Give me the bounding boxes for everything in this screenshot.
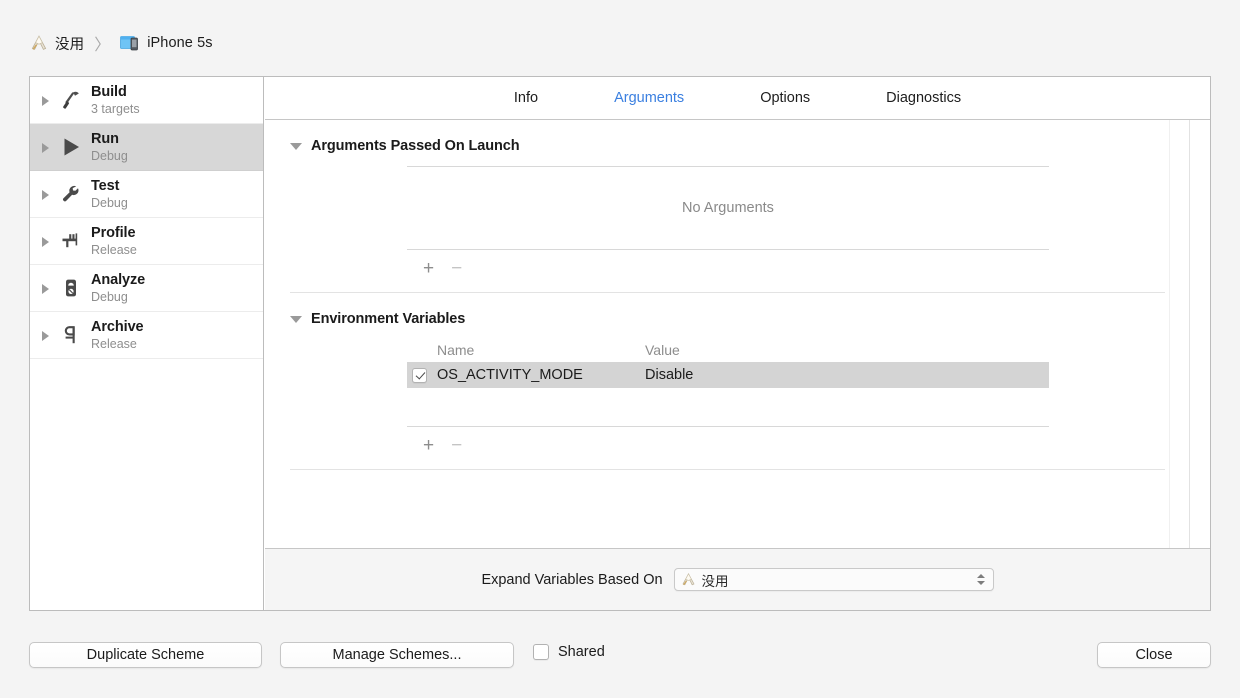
sidebar-item-subtitle: Debug xyxy=(91,289,128,304)
breadcrumb-destination[interactable]: iPhone 5s xyxy=(120,35,213,51)
add-argument-button[interactable]: + xyxy=(423,259,434,278)
sidebar-item-subtitle: Release xyxy=(91,242,137,257)
sidebar-item-run-text: Run Debug xyxy=(91,131,128,164)
environment-table-header: Name Value xyxy=(407,337,1049,362)
section-divider xyxy=(290,469,1165,470)
simulator-device-icon xyxy=(120,35,140,51)
wrench-icon xyxy=(58,181,84,207)
expand-variables-label: Expand Variables Based On xyxy=(481,571,663,588)
scheme-editor-panel: Build 3 targets Run Debug Test Debug Pro… xyxy=(29,76,1211,611)
tab-info[interactable]: Info xyxy=(476,90,576,106)
sidebar-item-subtitle: Debug xyxy=(91,148,128,163)
row-enabled-checkbox[interactable] xyxy=(412,367,427,383)
sidebar-item-title: Archive xyxy=(91,318,144,335)
shared-checkbox[interactable] xyxy=(533,644,549,660)
column-header-value: Value xyxy=(645,341,680,358)
sidebar-item-profile-text: Profile Release xyxy=(91,225,137,258)
breadcrumb-project-label: 没用 xyxy=(55,36,85,53)
chevron-updown-icon[interactable] xyxy=(976,572,986,588)
column-header-name: Name xyxy=(437,341,475,358)
vertical-scrollbar[interactable] xyxy=(1169,120,1189,548)
manage-schemes-button[interactable]: Manage Schemes... xyxy=(280,642,514,668)
disclosure-triangle-icon[interactable] xyxy=(41,189,52,200)
shared-checkbox-group[interactable]: Shared xyxy=(533,644,605,660)
sidebar-item-subtitle: Release xyxy=(91,336,137,351)
arguments-list: No Arguments + − xyxy=(407,166,1049,280)
scheme-actions-sidebar: Build 3 targets Run Debug Test Debug Pro… xyxy=(30,77,264,610)
archive-icon xyxy=(58,322,84,348)
sidebar-item-run[interactable]: Run Debug xyxy=(30,124,263,171)
arguments-empty-message: No Arguments xyxy=(682,200,774,216)
chevron-down-icon[interactable] xyxy=(290,140,303,153)
shared-label: Shared xyxy=(558,644,605,660)
sidebar-item-build[interactable]: Build 3 targets xyxy=(30,77,263,124)
close-button[interactable]: Close xyxy=(1097,642,1211,668)
breadcrumb-project[interactable]: 没用 xyxy=(30,33,84,54)
sidebar-item-title: Profile xyxy=(91,224,136,241)
arguments-section-header[interactable]: Arguments Passed On Launch xyxy=(290,138,1189,154)
xcode-project-icon xyxy=(30,34,48,52)
sidebar-item-build-text: Build 3 targets xyxy=(91,84,140,117)
duplicate-scheme-button[interactable]: Duplicate Scheme xyxy=(29,642,262,668)
breadcrumb: 没用 〉 iPhone 5s xyxy=(30,29,213,57)
sidebar-item-title: Test xyxy=(91,177,120,194)
dialog-button-bar: Duplicate Scheme Manage Schemes... Share… xyxy=(0,628,1240,698)
sidebar-item-title: Run xyxy=(91,130,119,147)
disclosure-triangle-icon[interactable] xyxy=(41,283,52,294)
arguments-add-remove-controls: + − xyxy=(407,250,1049,280)
breadcrumb-separator-icon: 〉 xyxy=(94,35,111,54)
disclosure-triangle-icon[interactable] xyxy=(41,95,52,106)
scheme-content: Info Arguments Options Diagnostics Argum… xyxy=(265,77,1210,610)
settings-pane: Arguments Passed On Launch No Arguments … xyxy=(265,120,1210,610)
hammer-icon xyxy=(58,87,84,113)
add-environment-variable-button[interactable]: + xyxy=(423,436,434,455)
remove-argument-button[interactable]: − xyxy=(451,259,462,278)
sidebar-item-profile[interactable]: Profile Release xyxy=(30,218,263,265)
expand-variables-footer: Expand Variables Based On 没用 xyxy=(265,548,1210,610)
section-divider xyxy=(290,292,1165,293)
table-row[interactable]: OS_ACTIVITY_MODE Disable xyxy=(407,362,1049,388)
environment-add-remove-controls: + − xyxy=(407,427,1049,457)
sidebar-item-analyze[interactable]: Analyze Debug xyxy=(30,265,263,312)
meter-icon xyxy=(58,275,84,301)
tab-arguments[interactable]: Arguments xyxy=(576,90,722,106)
arguments-section-title: Arguments Passed On Launch xyxy=(311,138,520,154)
sidebar-item-subtitle: Debug xyxy=(91,195,128,210)
xcode-project-icon xyxy=(681,572,696,587)
environment-variables-table: Name Value OS_ACTIVITY_MODE Disable + − xyxy=(407,337,1049,457)
tab-options[interactable]: Options xyxy=(722,90,848,106)
disclosure-triangle-icon[interactable] xyxy=(41,236,52,247)
tab-bar: Info Arguments Options Diagnostics xyxy=(265,77,1210,120)
sidebar-item-archive[interactable]: Archive Release xyxy=(30,312,263,359)
disclosure-triangle-icon[interactable] xyxy=(41,330,52,341)
breadcrumb-destination-label: iPhone 5s xyxy=(147,35,213,51)
remove-environment-variable-button[interactable]: − xyxy=(451,436,462,455)
sidebar-item-analyze-text: Analyze Debug xyxy=(91,272,145,305)
expand-variables-selected-value: 没用 xyxy=(701,573,729,589)
environment-section-header[interactable]: Environment Variables xyxy=(290,311,1189,327)
gauge-icon xyxy=(58,228,84,254)
sidebar-item-title: Build xyxy=(91,83,127,100)
play-icon xyxy=(58,134,84,160)
environment-section-title: Environment Variables xyxy=(311,311,466,327)
environment-variable-name[interactable]: OS_ACTIVITY_MODE xyxy=(437,367,645,383)
expand-variables-popup-button[interactable]: 没用 xyxy=(673,568,994,591)
environment-variable-value[interactable]: Disable xyxy=(645,367,693,383)
settings-scroll-area: Arguments Passed On Launch No Arguments … xyxy=(265,120,1190,548)
sidebar-item-archive-text: Archive Release xyxy=(91,319,144,352)
sidebar-item-title: Analyze xyxy=(91,271,146,288)
sidebar-item-subtitle: 3 targets xyxy=(91,101,140,116)
chevron-down-icon[interactable] xyxy=(290,313,303,326)
table-empty-space xyxy=(407,388,1049,426)
sidebar-item-test[interactable]: Test Debug xyxy=(30,171,263,218)
disclosure-triangle-icon[interactable] xyxy=(41,142,52,153)
tab-diagnostics[interactable]: Diagnostics xyxy=(848,90,999,106)
sidebar-item-test-text: Test Debug xyxy=(91,178,128,211)
